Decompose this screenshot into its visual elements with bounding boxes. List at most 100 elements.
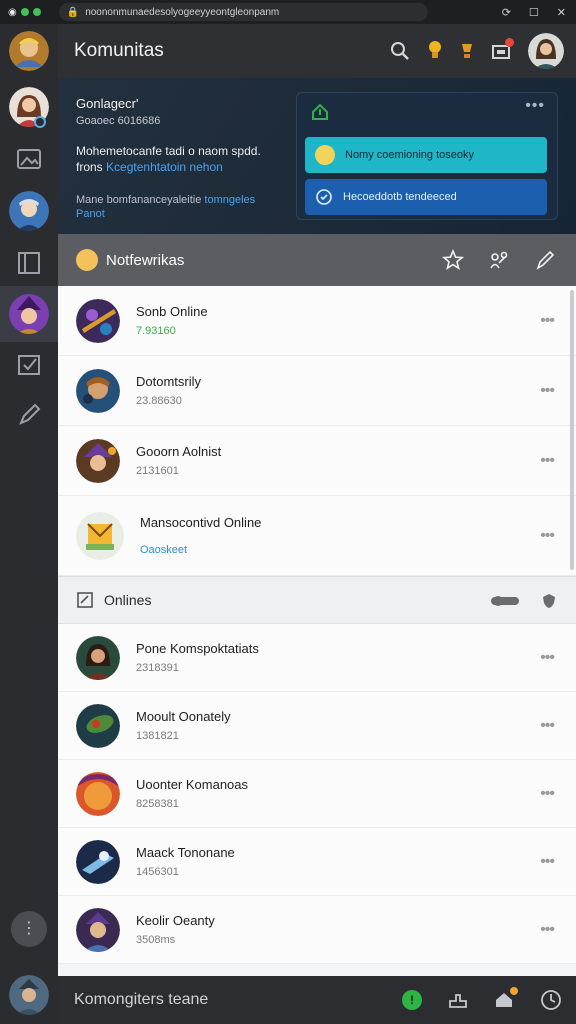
rail-item-gallery[interactable] — [0, 132, 58, 186]
bottom-actions: ! — [402, 976, 562, 1024]
avatar — [9, 191, 49, 231]
window-dot-green-2[interactable] — [32, 8, 41, 16]
rail-item-tasks[interactable] — [0, 338, 58, 392]
row-status: 1456301 — [136, 866, 179, 878]
row-status: 8258381 — [136, 798, 179, 810]
rail-avatar-self[interactable] — [0, 968, 58, 1022]
maximize-icon[interactable]: ☐ — [529, 6, 539, 19]
gallery-icon — [17, 149, 41, 169]
list-item[interactable]: Pone Komspoktatiats 2318391 ••• — [58, 624, 576, 692]
status-badge — [34, 116, 46, 128]
row-status: 3508ms — [136, 934, 176, 946]
row-text: Maack Tononane 1456301 — [136, 845, 235, 878]
close-icon[interactable]: ✕ — [557, 6, 566, 19]
list-item[interactable]: Keolir Oeanty 3508ms ••• — [58, 896, 576, 964]
row-status: 2131601 — [136, 465, 179, 477]
rail-item-book[interactable] — [0, 236, 58, 290]
row-name: Maack Tononane — [136, 845, 235, 860]
address-bar[interactable]: 🔒 noononmunaedesolyogeeyyeontgleonpanm — [58, 3, 428, 21]
avatar[interactable] — [528, 33, 564, 69]
rail-item-more[interactable]: ⋮ — [0, 902, 58, 956]
address-text: noononmunaedesolyogeeyyeontgleonpanm — [85, 6, 280, 18]
star-icon[interactable] — [442, 249, 464, 271]
hero-card: Gonlagecr' Goaoec 6016686 Mohemetocanfe … — [58, 78, 576, 234]
row-text: Sonb Online 7.93160 — [136, 304, 208, 337]
bottom-title: Komongiters teane — [74, 991, 209, 1008]
rail-avatar-user[interactable] — [0, 24, 58, 78]
row-name: Sonb Online — [136, 304, 208, 319]
pencil-icon[interactable] — [534, 249, 556, 271]
row-name: Mansocontivd Online — [140, 515, 262, 530]
row-name: Dotomtsrily — [136, 374, 202, 389]
settings-icon[interactable] — [488, 249, 510, 271]
list-item[interactable]: Maack Tononane 1456301 ••• — [58, 828, 576, 896]
clock-icon[interactable] — [540, 989, 562, 1011]
row-status: 1381821 — [136, 730, 179, 742]
share-icon[interactable] — [448, 991, 468, 1009]
row-status: Oaoskeet — [140, 544, 188, 556]
lightbulb-icon[interactable] — [428, 40, 442, 62]
shield-icon[interactable] — [542, 593, 556, 609]
row-name: Uoonter Komanoas — [136, 777, 249, 792]
refresh-icon[interactable]: ⟳ — [502, 6, 511, 19]
row-text: Gooorn Aolnist 2131601 — [136, 444, 221, 477]
online-status-icon[interactable]: ! — [402, 990, 422, 1010]
bell-face-icon — [76, 249, 98, 271]
book-icon — [18, 252, 40, 274]
hero-body: Mohemetocanfe tadi o naom spdd. frons Kc… — [76, 143, 286, 175]
row-status: 7.93160 — [136, 325, 176, 337]
more-options-icon[interactable]: ••• — [540, 312, 555, 330]
rail-item-edit[interactable] — [0, 388, 58, 442]
panel-button-secondary-label: Hecoeddotb tendeeced — [343, 191, 457, 203]
more-options-icon[interactable]: ••• — [540, 785, 555, 803]
rail-avatar-friend[interactable] — [0, 184, 58, 238]
notifications-icon[interactable] — [492, 38, 514, 60]
toggle-icon[interactable] — [490, 594, 520, 608]
hero-foot-text: Mane bomfananceyaleitie — [76, 194, 202, 206]
header-actions — [390, 24, 564, 78]
list-item[interactable]: Uoonter Komanoas 8258381 ••• — [58, 760, 576, 828]
list-item[interactable]: Dotomtsrily 23.88630 ••• — [58, 356, 576, 426]
notifications-actions — [442, 234, 556, 286]
onlines-actions — [490, 577, 556, 625]
left-rail: ⋮ — [0, 24, 58, 1024]
more-options-icon[interactable]: ••• — [525, 97, 545, 115]
home-icon[interactable] — [311, 103, 329, 121]
more-options-icon[interactable]: ••• — [540, 527, 555, 545]
list-item[interactable]: Sonb Online 7.93160 ••• — [58, 286, 576, 356]
scrollbar[interactable] — [570, 290, 574, 570]
page-title: Komunitas — [74, 40, 164, 61]
avatar — [76, 907, 120, 952]
more-options-icon[interactable]: ••• — [540, 452, 555, 470]
hero-foot-link[interactable]: tomngeles — [204, 194, 255, 206]
row-name: Keolir Oeanty — [136, 913, 215, 928]
onlines-section-header: Onlines — [58, 576, 576, 624]
hero-foot-link-2[interactable]: Panot — [76, 208, 105, 220]
trophy-icon[interactable] — [460, 42, 474, 60]
avatar — [76, 511, 124, 560]
more-options-icon[interactable]: ••• — [540, 382, 555, 400]
list-item[interactable]: Mooult Oonately 1381821 ••• — [58, 692, 576, 760]
more-options-icon[interactable]: ••• — [540, 717, 555, 735]
rail-avatar-witch[interactable] — [0, 286, 58, 342]
pencil-icon — [19, 403, 41, 425]
lock-icon: 🔒 — [66, 6, 80, 18]
hero-body-link[interactable]: Kcegtenhtatoin nehon — [106, 160, 223, 174]
hero-body-text-2: frons — [76, 160, 103, 174]
panel-button-secondary[interactable]: Hecoeddotb tendeeced — [305, 179, 547, 215]
list-item[interactable]: Gooorn Aolnist 2131601 ••• — [58, 426, 576, 496]
row-name: Pone Komspoktatiats — [136, 641, 259, 656]
row-text: Dotomtsrily 23.88630 — [136, 374, 201, 407]
messages-icon[interactable] — [494, 987, 518, 1009]
more-options-icon[interactable]: ••• — [540, 649, 555, 667]
row-text: Mooult Oonately 1381821 — [136, 709, 231, 742]
window-dot-green[interactable] — [20, 8, 29, 16]
more-options-icon[interactable]: ••• — [540, 853, 555, 871]
rail-avatar-profile[interactable] — [0, 80, 58, 134]
row-name: Gooorn Aolnist — [136, 444, 222, 459]
list-item[interactable]: Mansocontivd Online Oaoskeet ••• — [58, 496, 576, 576]
more-options-icon[interactable]: ••• — [540, 921, 555, 939]
panel-button-primary[interactable]: Nomy coemioning toseoky — [305, 137, 547, 173]
clock-icon — [316, 189, 332, 205]
search-icon[interactable] — [390, 41, 410, 61]
